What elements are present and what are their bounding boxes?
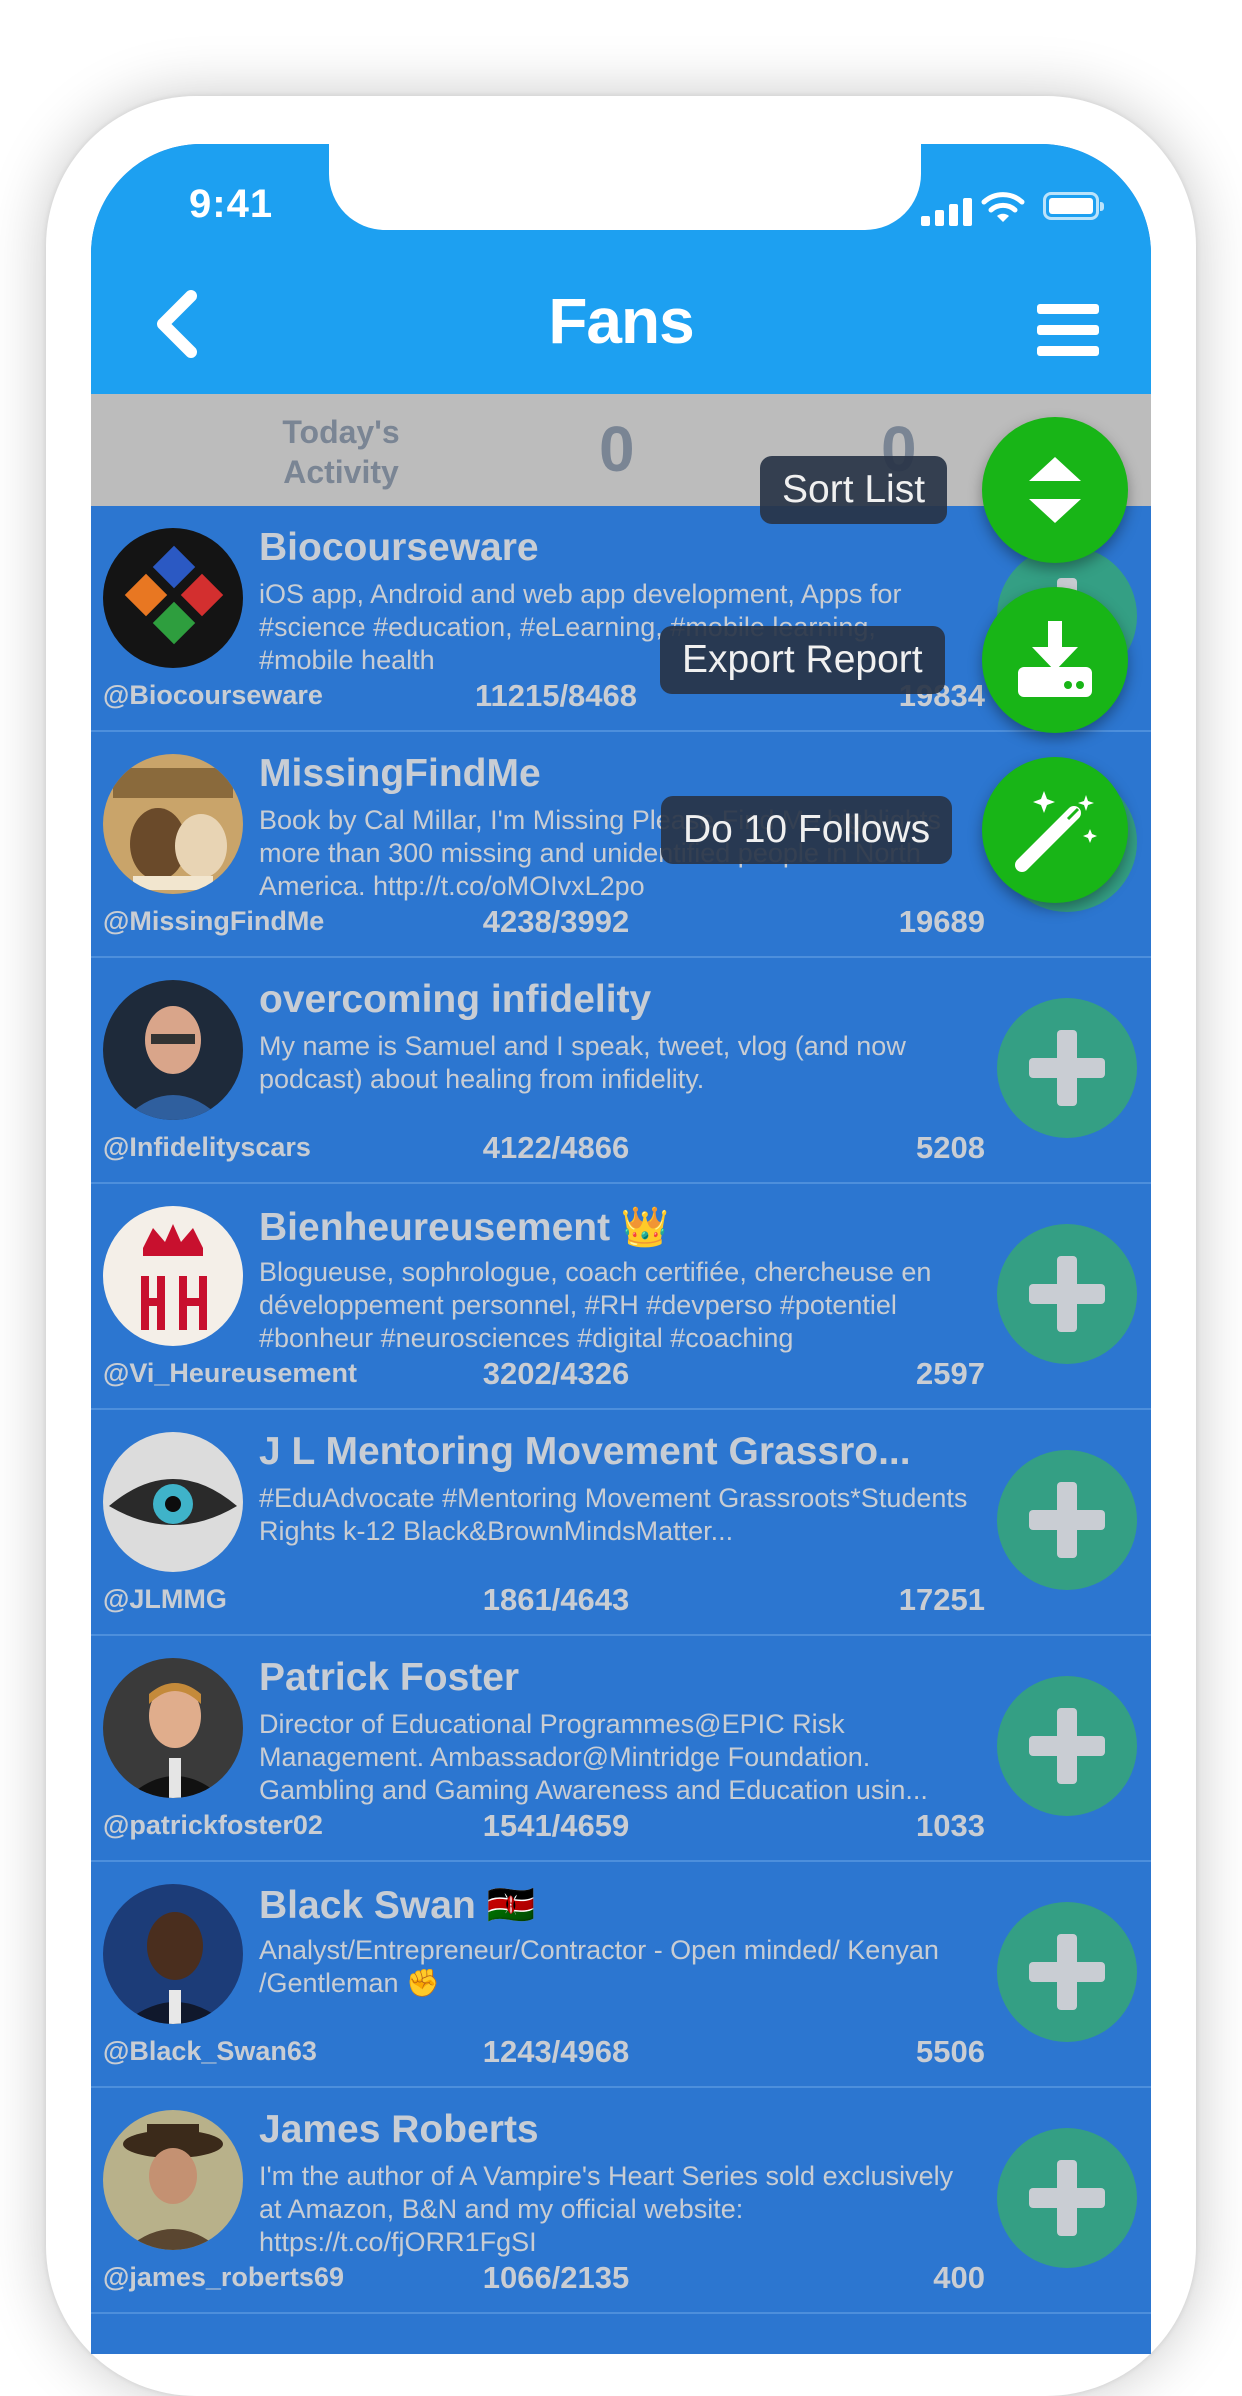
avatar[interactable] bbox=[103, 2110, 243, 2250]
follow-button[interactable] bbox=[997, 1224, 1137, 1364]
list-item[interactable]: Bienheureusement 👑 Blogueuse, sophrologu… bbox=[91, 1184, 1151, 1410]
fan-ratio: 4122/4866 bbox=[482, 1130, 630, 1165]
list-item[interactable]: James Roberts I'm the author of A Vampir… bbox=[91, 2088, 1151, 2314]
follow-button[interactable] bbox=[997, 1450, 1137, 1590]
battery-icon bbox=[1043, 192, 1104, 220]
fan-handle: @Vi_Heureusement bbox=[103, 1358, 357, 1388]
fan-handle: @JLMMG bbox=[103, 1584, 227, 1614]
fan-ratio: 1066/2135 bbox=[482, 2260, 630, 2295]
fan-bio: I'm the author of A Vampire's Heart Seri… bbox=[259, 2161, 954, 2257]
fan-ratio: 3202/4326 bbox=[482, 1356, 630, 1391]
fan-handle: @Biocourseware bbox=[103, 680, 323, 710]
fan-handle: @MissingFindMe bbox=[103, 906, 325, 936]
avatar[interactable] bbox=[103, 528, 243, 668]
sort-list-label[interactable]: Sort List bbox=[760, 456, 948, 524]
activity-label: Today's Activity bbox=[282, 414, 400, 490]
fan-name: J L Mentoring Movement Grassro... bbox=[259, 1430, 911, 1473]
device-notch bbox=[329, 144, 921, 230]
avatar[interactable] bbox=[103, 754, 243, 894]
avatar[interactable] bbox=[103, 1884, 243, 2024]
fan-count: 1033 bbox=[916, 1808, 985, 1843]
magic-wand-icon bbox=[1015, 791, 1097, 872]
fan-name: Bienheureusement 👑 bbox=[259, 1206, 670, 1249]
follow-button[interactable] bbox=[997, 2128, 1137, 2268]
fan-name: James Roberts bbox=[259, 2108, 539, 2151]
avatar[interactable] bbox=[103, 1658, 243, 1798]
follow-button[interactable] bbox=[997, 1902, 1137, 2042]
list-item[interactable]: J L Mentoring Movement Grassro... #EduAd… bbox=[91, 1410, 1151, 1636]
app-screen: 9:41 Fans Today's Activity 0 0 Biocourse… bbox=[91, 144, 1151, 2354]
status-time: 9:41 bbox=[189, 182, 274, 226]
fan-count: 17251 bbox=[898, 1582, 985, 1617]
fan-bio: Blogueuse, sophrologue, coach certifiée,… bbox=[259, 1257, 932, 1353]
fan-bio: #EduAdvocate #Mentoring Movement Grassro… bbox=[259, 1483, 968, 1546]
fan-bio: My name is Samuel and I speak, tweet, vl… bbox=[259, 1031, 906, 1094]
fan-ratio: 11215/8468 bbox=[474, 678, 638, 713]
activity-value-left: 0 bbox=[599, 413, 635, 485]
fan-name: Patrick Foster bbox=[259, 1656, 520, 1699]
sort-arrows-icon bbox=[1029, 457, 1081, 523]
cellular-signal-icon bbox=[921, 196, 973, 226]
hamburger-menu-icon[interactable] bbox=[1037, 304, 1099, 356]
list-item[interactable]: overcoming infidelity My name is Samuel … bbox=[91, 958, 1151, 1184]
avatar[interactable] bbox=[103, 1432, 243, 1572]
page-title: Fans bbox=[548, 285, 694, 357]
export-report-button[interactable] bbox=[982, 587, 1128, 733]
list-item[interactable]: Patrick Foster Director of Educational P… bbox=[91, 1636, 1151, 1862]
fan-handle: @patrickfoster02 bbox=[103, 1810, 323, 1840]
fan-name: Biocourseware bbox=[259, 526, 539, 569]
download-icon bbox=[1018, 621, 1092, 697]
do-10-follows-button[interactable] bbox=[982, 757, 1128, 903]
fan-handle: @Black_Swan63 bbox=[103, 2036, 317, 2066]
fan-handle: @james_roberts69 bbox=[103, 2262, 344, 2292]
fan-name: overcoming infidelity bbox=[259, 978, 652, 1021]
fan-bio: Director of Educational Programmes@EPIC … bbox=[259, 1709, 928, 1805]
fan-name: Black Swan 🇰🇪 bbox=[259, 1884, 536, 1927]
list-item[interactable]: Black Swan 🇰🇪 Analyst/Entrepreneur/Contr… bbox=[91, 1862, 1151, 2088]
fan-ratio: 1541/4659 bbox=[482, 1808, 630, 1843]
fan-count: 400 bbox=[933, 2260, 985, 2295]
avatar[interactable] bbox=[103, 980, 243, 1120]
fan-ratio: 1861/4643 bbox=[482, 1582, 630, 1617]
follow-button[interactable] bbox=[997, 1676, 1137, 1816]
export-report-label[interactable]: Export Report bbox=[660, 626, 945, 694]
fan-name: MissingFindMe bbox=[259, 752, 541, 795]
fan-count: 19689 bbox=[898, 904, 985, 939]
fan-ratio: 1243/4968 bbox=[482, 2034, 630, 2069]
fan-bio: Analyst/Entrepreneur/Contractor - Open m… bbox=[259, 1935, 939, 1998]
fan-count: 5208 bbox=[916, 1130, 985, 1165]
wifi-icon bbox=[981, 192, 1025, 222]
fan-count: 2597 bbox=[916, 1356, 985, 1391]
do-10-follows-label[interactable]: Do 10 Follows bbox=[661, 796, 953, 864]
fan-handle: @Infidelityscars bbox=[103, 1132, 311, 1162]
fan-ratio: 4238/3992 bbox=[482, 904, 630, 939]
avatar[interactable] bbox=[103, 1206, 243, 1346]
fan-count: 5506 bbox=[916, 2034, 985, 2069]
follow-button[interactable] bbox=[997, 998, 1137, 1138]
sort-list-button[interactable] bbox=[982, 417, 1128, 563]
